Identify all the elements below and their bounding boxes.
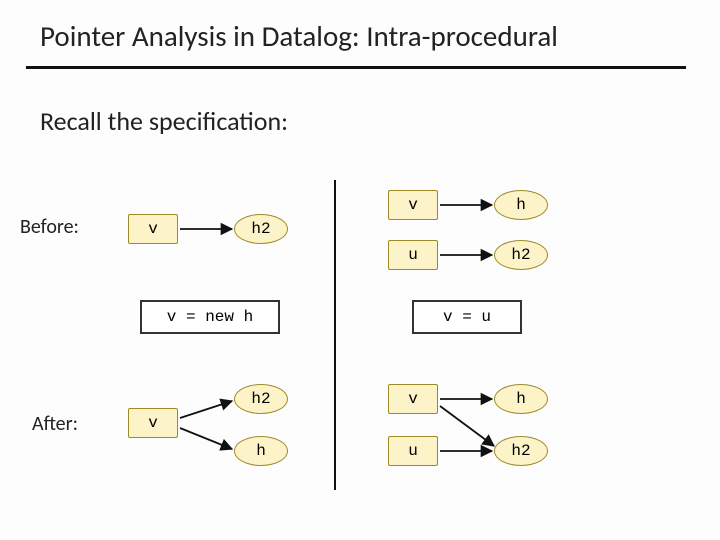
- node-h: h: [494, 384, 548, 414]
- stmt-new: v = new h: [140, 300, 280, 334]
- node-u: u: [388, 240, 438, 270]
- slide-subtitle: Recall the specification:: [40, 105, 288, 137]
- arrow-layer: [0, 0, 720, 540]
- node-v: v: [128, 214, 178, 244]
- label-before: Before:: [20, 215, 79, 239]
- node-h: h: [494, 190, 548, 220]
- node-h: h: [234, 436, 288, 466]
- node-h2: h2: [234, 384, 288, 414]
- node-u: u: [388, 436, 438, 466]
- node-v: v: [388, 190, 438, 220]
- column-divider: [334, 180, 336, 490]
- slide-title: Pointer Analysis in Datalog: Intra-proce…: [40, 18, 558, 54]
- node-h2: h2: [494, 240, 548, 270]
- node-h2: h2: [494, 436, 548, 466]
- node-h2: h2: [234, 214, 288, 244]
- label-after: After:: [32, 412, 78, 436]
- node-v: v: [388, 384, 438, 414]
- stmt-assign: v = u: [412, 300, 522, 334]
- node-v: v: [128, 408, 178, 438]
- title-rule: [26, 66, 686, 69]
